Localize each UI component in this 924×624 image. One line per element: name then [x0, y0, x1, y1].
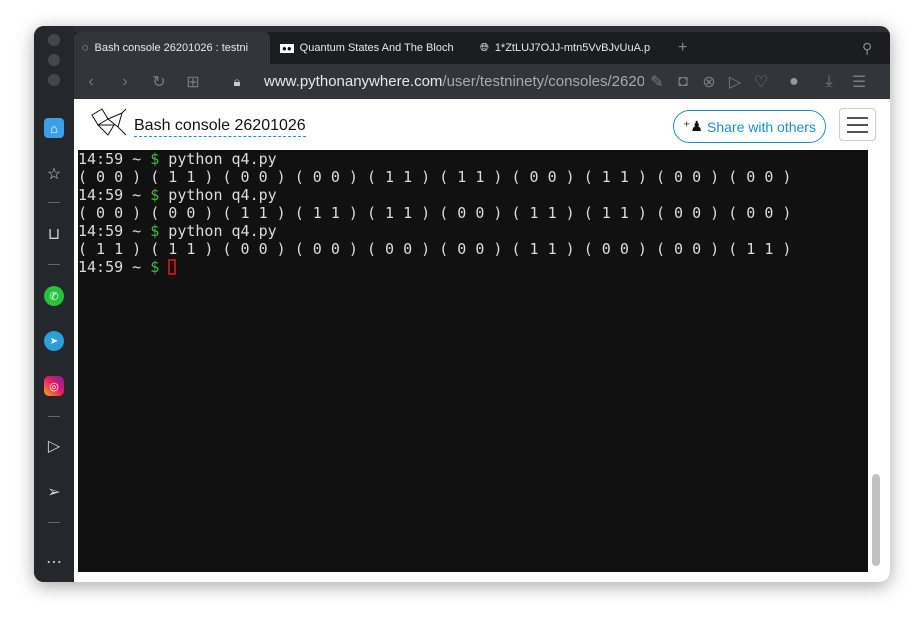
prompt-line: 14:59 ~ $ python q4.py [78, 186, 277, 204]
globe-icon: 🌐︎ [480, 41, 489, 54]
prompt-line: 14:59 ~ $ python q4.py [78, 150, 277, 168]
edit-icon[interactable]: ✎ [644, 72, 670, 92]
output-line: ( 0 0 ) ( 0 0 ) ( 1 1 ) ( 1 1 ) ( 1 1 ) … [78, 204, 792, 222]
output-line: ( 1 1 ) ( 1 1 ) ( 0 0 ) ( 0 0 ) ( 0 0 ) … [78, 240, 792, 258]
prompt-line: 14:59 ~ $ [78, 258, 868, 276]
pythonanywhere-icon: ◌ [82, 42, 89, 54]
search-tabs-icon[interactable]: ⚲ [854, 32, 880, 64]
add-user-icon: ⁺♟ [683, 118, 703, 134]
pythonanywhere-logo [91, 108, 127, 136]
tab-image[interactable]: 🌐︎ 1*ZtLUJ7OJJ-mtn5VvBJvUuA.p [472, 32, 668, 64]
camera-icon[interactable]: ◘ [670, 73, 696, 91]
send-icon[interactable]: ▷ [722, 72, 748, 92]
lock-icon: 🔒︎ [233, 73, 241, 89]
tab-quantum-states[interactable]: ●● Quantum States And The Bloch [272, 32, 462, 64]
block-icon[interactable]: ⊗ [696, 72, 722, 92]
sidebar: ⌂ ☆ ⊔ ✆ ➤ ◎ ▷ ➢ ⋯ [34, 26, 74, 582]
home-icon[interactable]: ⌂ [44, 118, 64, 138]
new-tab-button[interactable]: + [670, 32, 695, 64]
prompt-line: 14:59 ~ $ python q4.py [78, 222, 277, 240]
shopping-bag-icon[interactable]: ⊔ [44, 224, 64, 244]
instagram-icon[interactable]: ◎ [44, 376, 64, 396]
whatsapp-icon[interactable]: ✆ [44, 286, 64, 306]
download-icon[interactable]: ⤓ [814, 73, 844, 91]
medium-icon: ●● [280, 43, 294, 53]
send-icon[interactable]: ➢ [44, 482, 64, 502]
share-button[interactable]: ⁺♟ Share with others [673, 110, 826, 143]
divider [48, 202, 60, 203]
heart-icon[interactable]: ♡ [748, 72, 774, 92]
console-header: Bash console 26201026 ⁺♟ Share with other… [74, 99, 890, 150]
output-line: ( 0 0 ) ( 1 1 ) ( 0 0 ) ( 0 0 ) ( 1 1 ) … [78, 168, 792, 186]
speed-dial-icon[interactable]: ⊞ [176, 72, 210, 92]
page: Bash console 26201026 ⁺♟ Share with other… [74, 99, 890, 582]
window-minimize-button[interactable] [48, 54, 60, 66]
divider [48, 522, 60, 523]
forward-icon[interactable]: › [108, 73, 142, 91]
avatar[interactable]: ● [774, 73, 814, 91]
bookmarks-icon[interactable]: ☆ [44, 164, 64, 184]
divider [48, 416, 60, 417]
address-bar: ‹ › ↻ ⊞ 🔒︎ www.pythonanywhere.com/user/t… [74, 64, 890, 99]
cursor [168, 259, 177, 275]
more-icon[interactable]: ⋯ [44, 552, 64, 572]
window-maximize-button[interactable] [48, 74, 60, 86]
reload-icon[interactable]: ↻ [142, 72, 176, 92]
menu-button[interactable] [839, 108, 876, 141]
scrollbar[interactable] [872, 474, 880, 566]
browser-window: ⌂ ☆ ⊔ ✆ ➤ ◎ ▷ ➢ ⋯ ◌ Bash console 2620102… [34, 26, 890, 582]
tab-bash-console[interactable]: ◌ Bash console 26201026 : testni [74, 32, 270, 64]
settings-icon[interactable]: ☰ [844, 72, 874, 92]
tab-bar: ◌ Bash console 26201026 : testni ●● Quan… [74, 32, 890, 64]
telegram-icon[interactable]: ➤ [44, 331, 64, 351]
url-field[interactable]: www.pythonanywhere.com/user/testninety/c… [264, 73, 644, 90]
terminal[interactable]: 14:59 ~ $ python q4.py( 0 0 ) ( 1 1 ) ( … [78, 150, 868, 572]
player-icon[interactable]: ▷ [44, 436, 64, 456]
window-close-button[interactable] [48, 34, 60, 46]
back-icon[interactable]: ‹ [74, 73, 108, 91]
divider [48, 264, 60, 265]
page-title[interactable]: Bash console 26201026 [134, 117, 306, 137]
